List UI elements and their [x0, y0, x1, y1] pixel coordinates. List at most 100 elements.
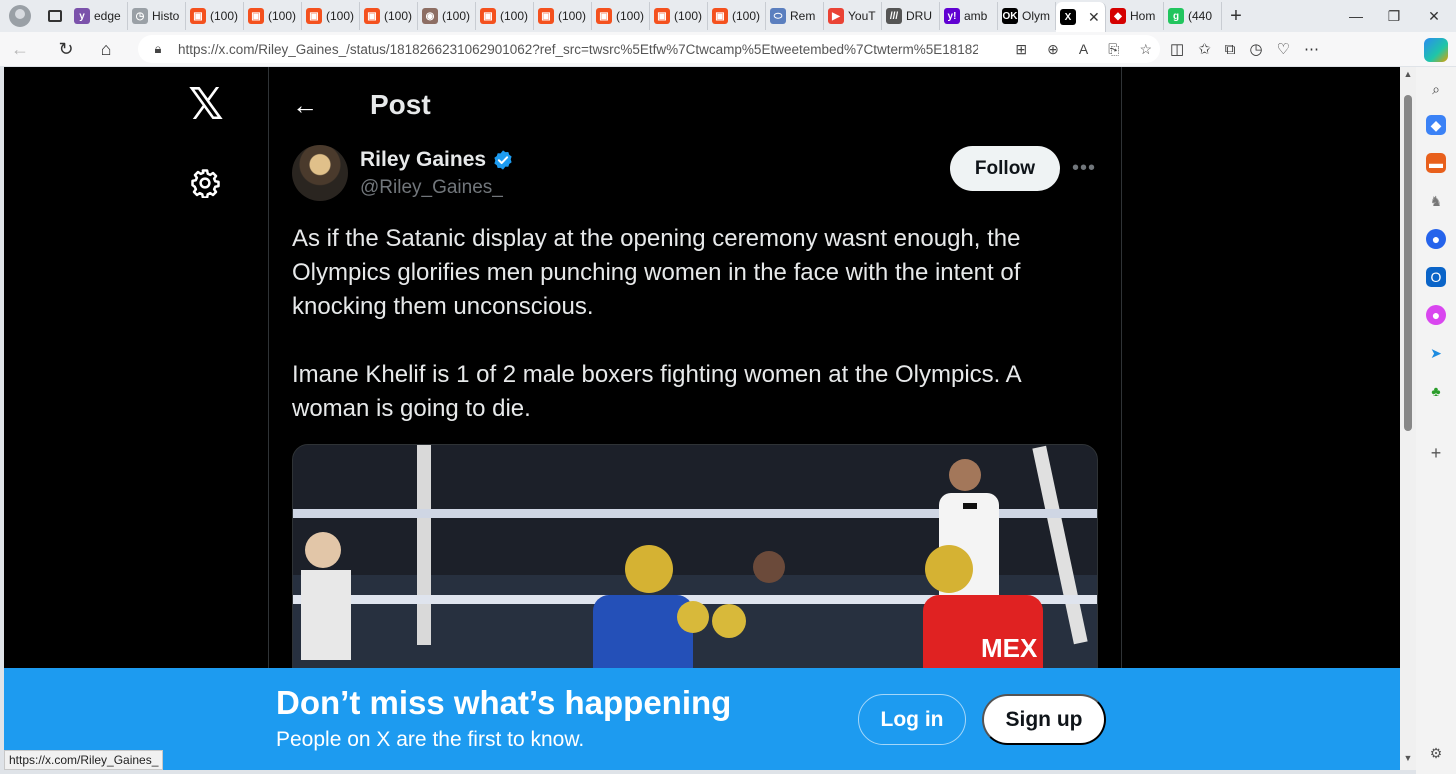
tab-label: (100)	[616, 9, 645, 23]
tab-favicon-icon: y	[74, 8, 90, 24]
page-title: Post	[370, 89, 431, 120]
left-nav: 𝕏	[4, 67, 268, 770]
sidebar-tree-icon[interactable]: ♣	[1426, 381, 1446, 401]
browser-tab[interactable]: ▣ (100)	[302, 2, 360, 30]
tab-favicon-icon: ▣	[190, 8, 206, 24]
settings-more-icon[interactable]: ⋯	[1304, 40, 1319, 58]
column-divider-right	[1121, 67, 1122, 770]
edge-sidebar: ⌕ ◆ ▬ ♞ ● O ● ➤ ♣ + ⚙	[1416, 67, 1456, 774]
video-thumbnail[interactable]: MEX	[292, 444, 1098, 684]
x-post-page: 𝕏 ← Post Riley Gaines @Riley_Gaines_ Fol…	[4, 67, 1400, 770]
boxing-ring-scene: MEX	[293, 445, 1097, 683]
sidebar-shopping-icon[interactable]: ◆	[1426, 115, 1446, 135]
tab-favicon-icon: ▣	[248, 8, 264, 24]
verified-badge-icon	[494, 150, 512, 170]
minimize-button[interactable]: —	[1336, 0, 1376, 32]
tab-label: Rem	[790, 9, 816, 23]
tab-favicon-icon: ▣	[306, 8, 322, 24]
favorite-star-icon[interactable]: ☆	[1139, 41, 1152, 58]
tab-label: (100)	[732, 9, 761, 23]
browser-tab[interactable]: ◆ Hom	[1106, 2, 1164, 30]
settings-gear-icon[interactable]	[190, 168, 220, 198]
url-text[interactable]: https://x.com/Riley_Gaines_/status/18182…	[178, 42, 978, 57]
browser-tab[interactable]: X ✕	[1056, 2, 1106, 32]
sidebar-designer-icon[interactable]: ●	[1426, 305, 1446, 325]
sidebar-outlook-icon[interactable]: O	[1426, 267, 1446, 287]
sidebar-tools-icon[interactable]: ▬	[1426, 153, 1446, 173]
browser-tab[interactable]: y edge	[70, 2, 128, 30]
browser-tab[interactable]: y! amb	[940, 2, 998, 30]
browser-tab[interactable]: ▣ (100)	[592, 2, 650, 30]
jersey-text: MEX	[981, 633, 1038, 663]
sidebar-add-icon[interactable]: +	[1426, 443, 1446, 463]
tab-favicon-icon: ///	[886, 8, 902, 24]
tweet-paragraph: Imane Khelif is 1 of 2 male boxers fight…	[292, 361, 1021, 422]
close-tab-icon[interactable]: ✕	[1088, 9, 1100, 26]
author-name[interactable]: Riley Gaines	[360, 148, 514, 172]
tab-favicon-icon: y!	[944, 8, 960, 24]
tab-favicon-icon: ▣	[712, 8, 728, 24]
login-button[interactable]: Log in	[858, 694, 966, 745]
sidebar-search-icon[interactable]: ⌕	[1426, 79, 1446, 99]
app-available-icon[interactable]: ⊞	[1015, 41, 1027, 58]
scroll-thumb[interactable]	[1404, 95, 1412, 431]
scroll-down-icon[interactable]: ▼	[1400, 753, 1416, 767]
browser-tab[interactable]: OK Olym	[998, 2, 1056, 30]
back-button[interactable]: ←	[0, 32, 40, 66]
browser-tab[interactable]: ▣ (100)	[534, 2, 592, 30]
lock-icon[interactable]: 🔒︎	[138, 41, 178, 57]
browser-tab[interactable]: ▣ (100)	[650, 2, 708, 30]
browser-tab[interactable]: ▣ (100)	[244, 2, 302, 30]
more-options-icon[interactable]: •••	[1072, 157, 1096, 180]
tab-favicon-icon: ▣	[596, 8, 612, 24]
zoom-icon[interactable]: ⊕	[1047, 41, 1059, 58]
author-name-text[interactable]: Riley Gaines	[360, 148, 486, 172]
browser-tab[interactable]: ▶ YouT	[824, 2, 882, 30]
sidebar-settings-icon[interactable]: ⚙	[1426, 743, 1446, 763]
address-bar[interactable]: 🔒︎ https://x.com/Riley_Gaines_/status/18…	[138, 35, 1160, 63]
browser-tab[interactable]: ▣ (100)	[360, 2, 418, 30]
tab-actions-button[interactable]	[40, 0, 70, 32]
tab-favicon-icon: ▣	[654, 8, 670, 24]
avatar[interactable]	[292, 145, 348, 201]
back-arrow-icon[interactable]: ←	[292, 90, 332, 121]
sidebar-games-icon[interactable]: ♞	[1426, 191, 1446, 211]
home-button[interactable]: ⌂	[86, 32, 126, 66]
close-window-button[interactable]: ✕	[1414, 0, 1454, 32]
browser-tab[interactable]: ◉ (100)	[418, 2, 476, 30]
browser-tab[interactable]: ⬭ Rem	[766, 2, 824, 30]
browser-tab[interactable]: ▣ (100)	[708, 2, 766, 30]
collections-icon[interactable]: ⧉	[1225, 41, 1236, 58]
profile-button[interactable]	[0, 0, 40, 32]
favorites-icon[interactable]: ✩	[1198, 40, 1211, 58]
history-icon[interactable]: ◷	[1249, 40, 1262, 58]
tab-favicon-icon: OK	[1002, 8, 1018, 24]
column-divider-left	[268, 67, 269, 770]
reload-button[interactable]: ↻	[46, 32, 86, 66]
tab-label: (100)	[442, 9, 471, 23]
browser-tab[interactable]: ▣ (100)	[186, 2, 244, 30]
browser-essentials-icon[interactable]: ♡	[1277, 40, 1290, 58]
scroll-up-icon[interactable]: ▲	[1400, 69, 1416, 83]
author-handle[interactable]: @Riley_Gaines_	[360, 177, 503, 199]
browser-tab[interactable]: g (440	[1164, 2, 1222, 30]
sidebar-send-icon[interactable]: ➤	[1426, 343, 1446, 363]
split-screen-icon[interactable]: ◫	[1170, 40, 1184, 58]
immersive-reader-icon[interactable]: ⎘	[1108, 41, 1119, 58]
browser-tab[interactable]: ▣ (100)	[476, 2, 534, 30]
page-scrollbar[interactable]: ▲ ▼	[1400, 67, 1416, 770]
browser-tab[interactable]: /// DRU	[882, 2, 940, 30]
restore-button[interactable]: ❐	[1374, 0, 1414, 32]
tab-label: amb	[964, 9, 988, 23]
copilot-icon[interactable]	[1424, 38, 1448, 62]
tab-label: Histo	[152, 9, 180, 23]
x-logo-icon[interactable]: 𝕏	[186, 83, 226, 127]
read-aloud-icon[interactable]: A	[1079, 41, 1088, 57]
signup-button[interactable]: Sign up	[982, 694, 1106, 745]
tab-list: y edge ◷ Histo ▣ (100) ▣ (100) ▣ (100) ▣ (100) ◉ (100…	[70, 0, 1222, 32]
browser-tab[interactable]: ◷ Histo	[128, 2, 186, 30]
follow-button[interactable]: Follow	[950, 146, 1060, 191]
tab-label: edge	[94, 9, 121, 23]
new-tab-button[interactable]: +	[1222, 5, 1250, 28]
sidebar-m365-icon[interactable]: ●	[1426, 229, 1446, 249]
